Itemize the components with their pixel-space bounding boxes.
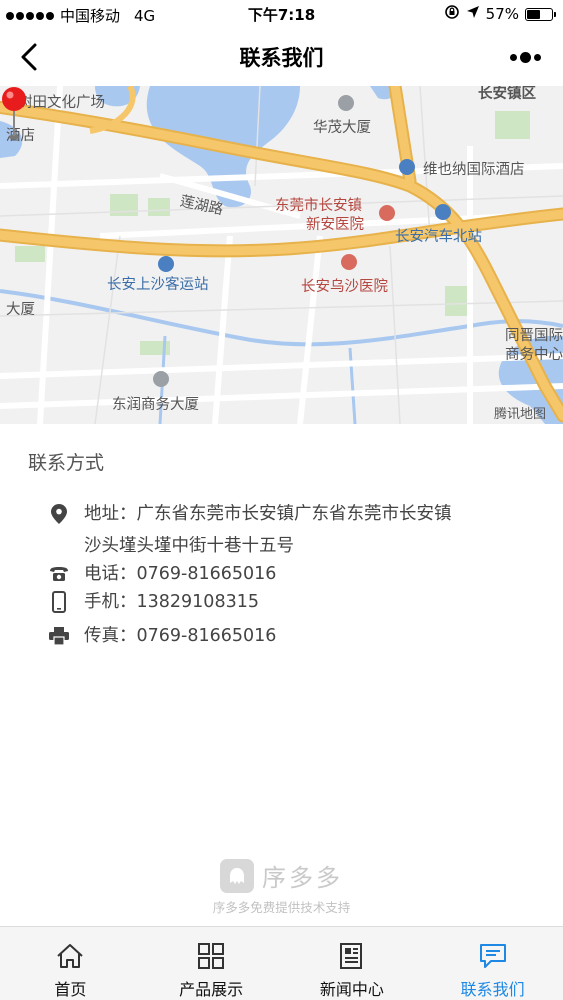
brand-logo: 序多多 [220, 858, 343, 893]
address-line-1: 广东省东莞市长安镇广东省东莞市长安镇 [136, 504, 452, 524]
location-arrow-icon [466, 5, 480, 23]
tab-label: 新闻中心 [319, 980, 384, 999]
page-title: 联系我们 [239, 46, 324, 70]
more-dots-icon [509, 53, 517, 61]
battery-percent: 57% [485, 5, 519, 23]
mobile-label: 手机： [84, 592, 137, 612]
grid-icon [196, 941, 226, 970]
status-right: 57% [444, 4, 556, 24]
map-view[interactable]: 树田文化广场 酒店 华茂大厦 长安镇区 维也纳国际酒店 莲湖路 东莞市长安镇 新… [0, 86, 563, 424]
more-dot [533, 53, 541, 61]
poi-xinan-hospital-marker[interactable] [379, 205, 395, 221]
tab-label: 首页 [54, 980, 87, 999]
fax-value: 0769-81665016 [136, 626, 277, 646]
brand-footer: 序多多 序多多免费提供技术支持 [0, 858, 563, 916]
location-marker-icon [48, 503, 70, 525]
rotation-lock-icon [444, 4, 460, 24]
map-label: 长安汽车北站 [395, 229, 482, 245]
battery-icon [525, 7, 556, 21]
section-title: 联系方式 [28, 452, 105, 474]
map-label: 同晋国际 [505, 328, 563, 344]
mobile-value[interactable]: 13829108315 [137, 588, 259, 616]
brand-mascot-icon [220, 858, 254, 893]
map-label: 长安乌沙医院 [301, 279, 388, 295]
tab-label: 联系我们 [460, 980, 525, 999]
map-canvas [0, 86, 563, 424]
chat-icon [478, 941, 508, 970]
fax-printer-icon [48, 625, 70, 647]
address-line-2: 沙头墐头墐中街十巷十五号 [84, 536, 294, 556]
tab-news[interactable]: 新闻中心 [282, 927, 423, 1000]
fax-label: 传真： [84, 626, 137, 646]
map-label: 商务中心 [505, 347, 563, 363]
address-row: 地址：广东省东莞市长安镇广东省东莞市长安镇 沙头墐头墐中街十巷十五号 [48, 498, 528, 562]
map-label: 新安医院 [306, 217, 364, 233]
map-label: 大厦 [6, 302, 35, 318]
more-button[interactable] [507, 46, 543, 68]
address-label: 地址： [84, 504, 137, 524]
home-icon [55, 941, 85, 970]
more-dot [519, 51, 531, 63]
map-label: 长安上沙客运站 [107, 277, 209, 293]
poi-wusha-hospital-marker[interactable] [341, 254, 357, 270]
tab-label: 产品展示 [179, 980, 244, 999]
poi-dongrun-marker[interactable] [153, 371, 169, 387]
map-label: 华茂大厦 [313, 120, 371, 136]
map-label: 东润商务大厦 [112, 397, 199, 413]
map-label: 维也纳国际酒店 [423, 162, 525, 178]
map-label: 长安镇区 [478, 86, 536, 102]
poi-shangsha-marker[interactable] [158, 256, 174, 272]
phone-label: 电话： [84, 564, 137, 584]
status-bar: 中国移动 4G 下午7:18 57% [0, 0, 563, 28]
map-label: 树田文化广场 [18, 95, 105, 111]
tab-home[interactable]: 首页 [0, 927, 141, 1000]
phone-value[interactable]: 0769-81665016 [137, 560, 277, 588]
brand-tagline: 序多多免费提供技术支持 [212, 900, 351, 915]
bottom-tab-bar: 首页 产品展示 新闻中心 联系我们 [0, 926, 563, 1000]
fax-row: 传真： 0769-81665016 [48, 622, 276, 650]
location-pin-icon[interactable] [0, 86, 28, 142]
poi-hotel-marker[interactable] [399, 159, 415, 175]
mobile-phone-icon [48, 591, 70, 613]
tab-contact[interactable]: 联系我们 [422, 927, 563, 1000]
news-icon [337, 941, 367, 970]
nav-bar: 联系我们 [0, 28, 563, 86]
poi-bus-north-marker[interactable] [435, 204, 451, 220]
tab-products[interactable]: 产品展示 [141, 927, 282, 1000]
battery-fill [527, 9, 541, 19]
brand-name: 序多多 [262, 864, 343, 892]
phone-row[interactable]: 电话： 0769-81665016 [48, 560, 276, 588]
map-label: 东莞市长安镇 [275, 198, 362, 214]
telephone-icon [48, 563, 70, 585]
mobile-row[interactable]: 手机： 13829108315 [48, 588, 259, 616]
poi-huamao-marker[interactable] [338, 95, 354, 111]
map-attribution: 腾讯地图 [494, 407, 547, 422]
